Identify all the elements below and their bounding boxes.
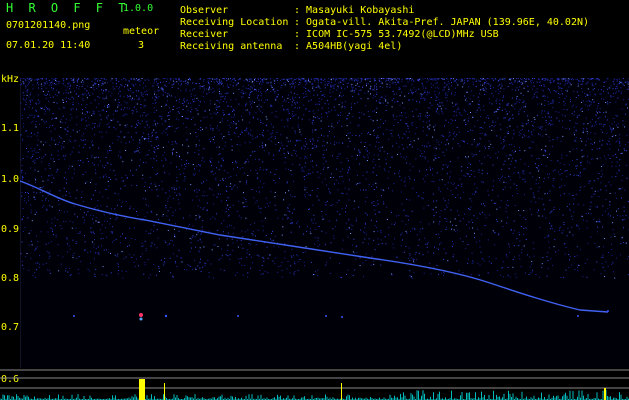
antenna-label: Receiving antenna — [180, 41, 283, 52]
y-tick-label: 0.9 — [1, 224, 20, 235]
meteor-dot — [73, 315, 75, 317]
y-tick-label: 0.8 — [1, 273, 20, 284]
meteor-dot — [577, 315, 579, 317]
meteor-trace — [20, 180, 609, 313]
noise-dots — [20, 78, 629, 279]
location-label: Receiving Location — [180, 17, 289, 28]
location-value: : Ogata-vill. Akita-Pref. JAPAN (139.96E… — [294, 17, 590, 28]
meteor-bar — [341, 383, 342, 400]
meteor-bar — [164, 383, 165, 400]
datetime: 07.01.20 11:40 — [6, 40, 91, 51]
y-tick-label: 1.0 — [1, 174, 20, 185]
meteor-dot — [139, 313, 143, 317]
meteor-label: meteor — [123, 26, 160, 37]
meteor-dot — [341, 316, 343, 318]
app-title: H R O F F T — [6, 1, 130, 15]
meteor-dot — [139, 317, 143, 321]
meteor-dot — [325, 315, 327, 317]
spectrogram — [20, 78, 629, 368]
meteor-dot — [164, 314, 168, 318]
antenna-value: : A504HB(yagi 4el) — [294, 41, 403, 52]
meteor-bar — [139, 379, 145, 400]
y-tick-label: 1.1 — [1, 123, 20, 134]
spectrum-lines — [0, 390, 629, 400]
y-tick-label: 0.7 — [1, 322, 20, 333]
meteor-dot — [607, 310, 609, 312]
meteor-dot — [237, 315, 239, 317]
meteor-count: 3 — [138, 40, 145, 51]
observer-label: Observer — [180, 5, 229, 16]
receiver-value: : ICOM IC-575 53.7492(@LCD)MHz USB — [294, 29, 499, 40]
observer-value: : Masayuki Kobayashi — [294, 5, 415, 16]
meteor-bar — [604, 388, 606, 400]
app-version: 1.0.0 — [123, 3, 154, 14]
spectrum-panel — [0, 369, 629, 400]
y-axis-unit: kHz — [1, 74, 20, 85]
receiver-label: Receiver — [180, 29, 229, 40]
filename: 0701201140.png — [6, 20, 91, 31]
